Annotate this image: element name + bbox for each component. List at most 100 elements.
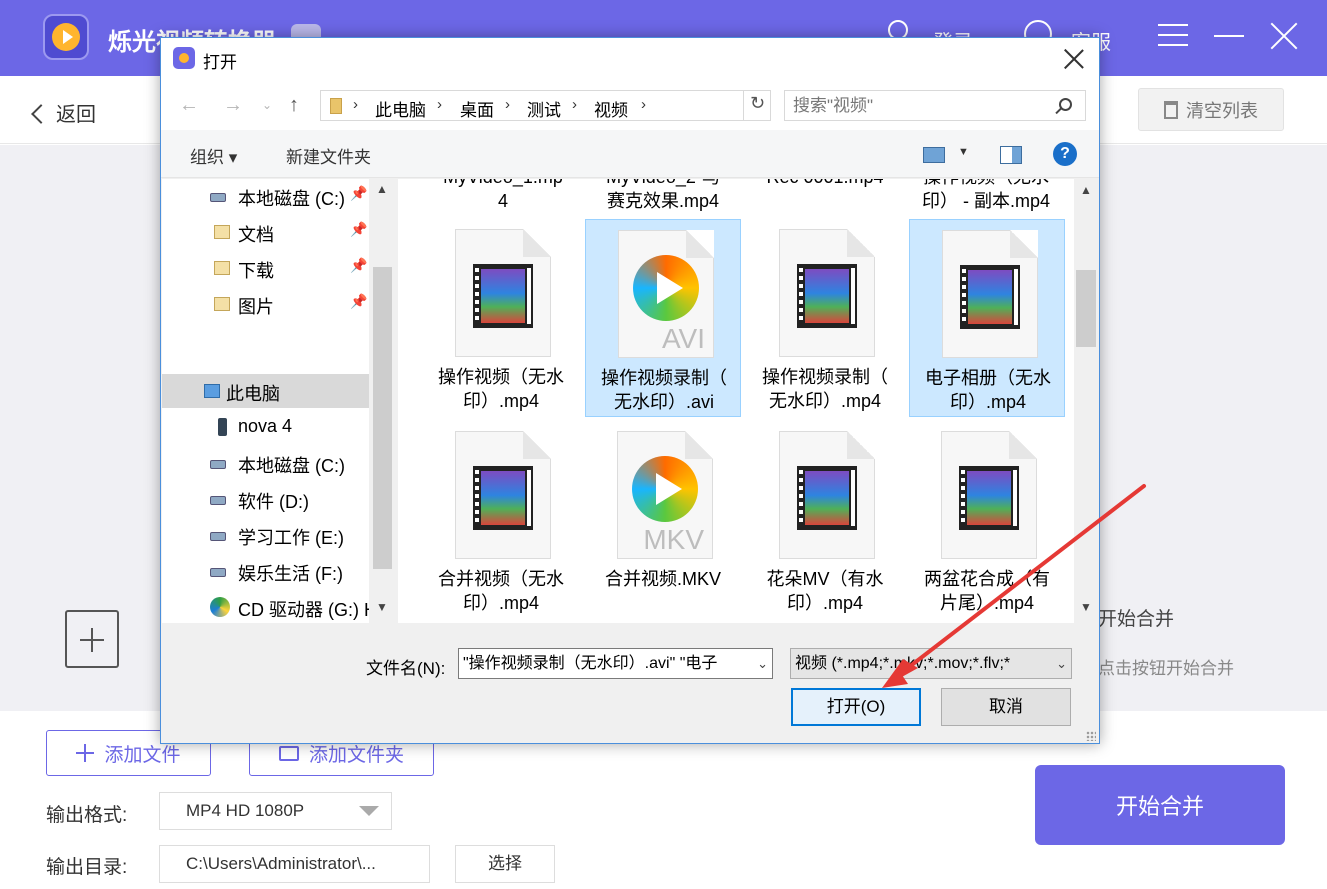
drive-icon	[210, 193, 226, 202]
scroll-up-icon[interactable]: ▲	[1080, 183, 1092, 197]
nav-item-downloads[interactable]: 下载 📌	[162, 251, 369, 285]
scroll-up-icon[interactable]: ▲	[376, 182, 388, 196]
filename-value: "操作视频录制（无水印）.avi" "电子	[463, 655, 718, 672]
add-file-icon[interactable]	[65, 610, 119, 668]
address-bar[interactable]: › 此电脑 › 桌面 › 测试 › 视频 › ⌄	[320, 90, 895, 121]
file-item[interactable]: MKV 合并视频.MKV	[585, 421, 741, 619]
back-button[interactable]: 返回	[31, 98, 96, 127]
minimize-icon[interactable]	[1214, 35, 1244, 37]
nav-item-nova-4[interactable]: nova 4	[162, 410, 369, 444]
file-name: 电子相册（无水 印）.mp4	[925, 368, 1051, 412]
back-label: 返回	[56, 104, 96, 126]
arrow-right-icon[interactable]: →	[223, 94, 243, 117]
file-item[interactable]: 操作视频录制（ 无水印）.mp4	[747, 219, 903, 417]
file-item[interactable]: 操作视频（无水 印）.mp4	[423, 219, 579, 417]
choose-dir-button[interactable]: 选择	[455, 845, 555, 883]
arrow-left-icon[interactable]: ←	[179, 94, 199, 117]
drive-icon	[210, 460, 226, 469]
output-dir-field[interactable]: C:\Users\Administrator\...	[159, 845, 430, 883]
chevron-down-icon[interactable]: ⌄	[1053, 649, 1067, 678]
chevron-down-icon[interactable]: ⌄	[754, 649, 768, 678]
pin-icon[interactable]: 📌	[350, 257, 367, 274]
search-icon[interactable]	[1059, 98, 1072, 111]
nav-item-local-disk-c[interactable]: 本地磁盘 (C:)	[162, 446, 369, 480]
navigation-pane[interactable]: 本地磁盘 (C:) 📌 文档 📌 下载 📌 图片 📌 此电脑 nova 4 本地…	[162, 179, 369, 623]
nav-item-entertainment-f[interactable]: 娱乐生活 (F:)	[162, 554, 369, 588]
refresh-button[interactable]: ↻	[743, 90, 771, 121]
file-item[interactable]: 花朵MV（有水 印）.mp4	[747, 421, 903, 619]
chevron-down-icon[interactable]: ⌄	[262, 98, 272, 112]
file-item-partial[interactable]: MyVideo_2-马 赛克效果.mp4	[585, 179, 741, 213]
cd-drive-icon	[210, 597, 230, 617]
pin-icon[interactable]: 📌	[350, 221, 367, 238]
breadcrumb-separator[interactable]: ›	[353, 96, 358, 113]
nav-item-pictures[interactable]: 图片 📌	[162, 287, 369, 321]
hint-subtitle: 点击按钮开始合并	[1098, 659, 1234, 678]
close-icon[interactable]	[1268, 20, 1300, 52]
scroll-down-icon[interactable]: ▼	[376, 600, 388, 614]
output-format-select[interactable]: MP4 HD 1080P	[159, 792, 392, 830]
nav-item-local-disk-c-pinned[interactable]: 本地磁盘 (C:) 📌	[162, 179, 369, 213]
scroll-down-icon[interactable]: ▼	[1080, 600, 1092, 614]
resize-grip-icon[interactable]	[1086, 731, 1096, 741]
file-pane-scrollbar[interactable]	[1074, 179, 1098, 623]
file-item[interactable]: 合并视频（无水 印）.mp4	[423, 421, 579, 619]
breadcrumb-separator[interactable]: ›	[572, 96, 577, 113]
open-button[interactable]: 打开(O)	[791, 688, 921, 726]
pin-icon[interactable]: 📌	[350, 293, 367, 310]
breadcrumb-desktop[interactable]: 桌面	[460, 96, 494, 121]
breadcrumb-separator[interactable]: ›	[505, 96, 510, 113]
arrow-up-icon[interactable]: ↑	[289, 94, 299, 117]
file-name-line1: 操作视频（无水	[908, 179, 1064, 189]
menu-icon[interactable]	[1158, 24, 1188, 46]
video-file-icon	[942, 230, 1038, 358]
file-item-partial[interactable]: MyVideo_1.mp 4	[425, 179, 581, 213]
start-merge-button[interactable]: 开始合并	[1035, 765, 1285, 845]
file-item-partial[interactable]: Rec 0001.mp4	[747, 179, 903, 189]
breadcrumb-separator[interactable]: ›	[437, 96, 442, 113]
new-folder-button[interactable]: 新建文件夹	[286, 143, 371, 168]
dialog-title-bar: 打开	[161, 38, 1099, 78]
nav-scroll-thumb[interactable]	[373, 267, 392, 569]
file-type-select[interactable]: 视频 (*.mp4;*.mkv;*.mov;*.flv;* ⌄	[790, 648, 1072, 679]
file-name-line1: MyVideo_1.mp	[425, 179, 581, 189]
view-mode-icon[interactable]	[923, 147, 945, 163]
mkv-file-icon: MKV	[617, 431, 713, 559]
nav-item-work-e[interactable]: 学习工作 (E:)	[162, 518, 369, 552]
organize-button[interactable]: 组织 ▾	[190, 143, 237, 168]
file-item-partial[interactable]: 操作视频（无水 印） - 副本.mp4	[908, 179, 1064, 213]
nav-item-this-pc[interactable]: 此电脑	[162, 374, 369, 408]
file-scroll-thumb[interactable]	[1076, 270, 1096, 347]
preview-pane-icon[interactable]	[1000, 146, 1022, 164]
filename-input[interactable]: "操作视频录制（无水印）.avi" "电子 ⌄	[458, 648, 773, 679]
caret-down-icon	[359, 806, 379, 816]
dialog-close-icon[interactable]	[1063, 48, 1085, 70]
cancel-button[interactable]: 取消	[941, 688, 1071, 726]
breadcrumb-separator[interactable]: ›	[641, 96, 646, 113]
help-icon[interactable]: ?	[1053, 142, 1077, 166]
refresh-icon: ↻	[750, 93, 766, 113]
phone-icon	[218, 418, 227, 436]
video-file-icon	[941, 431, 1037, 559]
file-name: 两盆花合成（有 片尾）.mp4	[924, 569, 1050, 613]
pin-icon[interactable]: 📌	[350, 185, 367, 202]
file-item-selected[interactable]: AVI 操作视频录制（ 无水印）.avi	[585, 219, 741, 417]
video-file-icon	[779, 431, 875, 559]
file-item[interactable]: 两盆花合成（有 片尾）.mp4	[909, 421, 1065, 619]
nav-item-cd-drive-g[interactable]: CD 驱动器 (G:) H	[162, 590, 369, 623]
nav-item-documents[interactable]: 文档 📌	[162, 215, 369, 249]
hint-title: 开始合并	[1098, 609, 1175, 630]
file-item-selected[interactable]: 电子相册（无水 印）.mp4	[909, 219, 1065, 417]
breadcrumb-this-pc[interactable]: 此电脑	[375, 96, 426, 121]
breadcrumb-video[interactable]: 视频	[594, 96, 628, 121]
nav-item-software-d[interactable]: 软件 (D:)	[162, 482, 369, 516]
search-input[interactable]: 搜索"视频"	[784, 90, 1086, 121]
breadcrumb-test[interactable]: 测试	[527, 96, 561, 121]
caret-down-icon[interactable]: ▼	[958, 146, 969, 158]
folder-icon	[278, 745, 299, 761]
drive-icon	[210, 532, 226, 541]
nav-item-label: 图片	[238, 297, 274, 317]
clear-list-button[interactable]: 清空列表	[1138, 88, 1284, 131]
file-name-line1: Rec 0001.mp4	[747, 179, 903, 189]
file-pane[interactable]: MyVideo_1.mp 4 MyVideo_2-马 赛克效果.mp4 Rec …	[398, 179, 1074, 623]
